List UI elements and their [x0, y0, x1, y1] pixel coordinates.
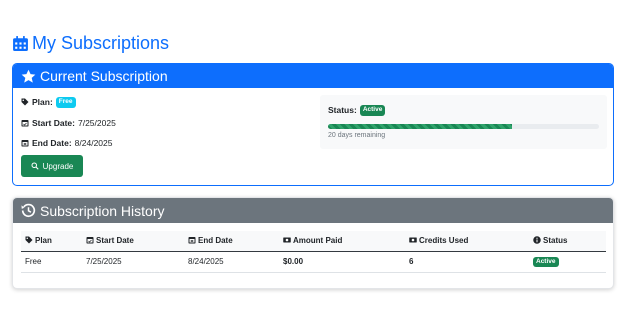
column-header-amount-paid-label: Amount Paid — [293, 236, 343, 246]
upgrade-button[interactable]: Upgrade — [21, 155, 83, 177]
current-subscription-title: Current Subscription — [40, 68, 168, 84]
column-header-amount-paid: Amount Paid — [279, 231, 405, 252]
start-date-label: Start Date: — [32, 118, 75, 128]
history-table: Plan Start Date End Date Amount Paid Cre… — [21, 231, 606, 273]
star-icon — [21, 69, 36, 84]
current-subscription-header: Current Subscription — [13, 64, 613, 88]
end-date-row: End Date: 8/24/2025 — [21, 138, 113, 148]
status-line: Status: Active — [328, 105, 386, 116]
calendar-icon — [12, 35, 29, 52]
days-progress-fill — [328, 124, 513, 129]
status-panel: Status: Active 20 days remaining — [320, 95, 607, 149]
tag-icon — [21, 98, 29, 106]
search-icon — [31, 162, 39, 170]
column-header-status-label: Status — [543, 236, 568, 246]
column-header-status: Status — [529, 231, 606, 252]
cell-end-date: 8/24/2025 — [184, 251, 279, 273]
calendar-start-icon — [86, 236, 94, 244]
end-date-label: End Date: — [32, 138, 72, 148]
current-subscription-card: Current Subscription Plan: Free Start Da… — [12, 63, 614, 186]
days-remaining-text: 20 days remaining — [328, 132, 386, 139]
cell-credits-used: 6 — [405, 251, 529, 273]
plan-label: Plan: — [32, 97, 53, 108]
column-header-plan-label: Plan — [35, 236, 52, 246]
tag-icon — [25, 236, 33, 244]
money-icon — [409, 236, 417, 244]
column-header-start-date: Start Date — [82, 231, 184, 252]
start-date-row: Start Date: 7/25/2025 — [21, 118, 116, 128]
page-title-text: My Subscriptions — [32, 32, 170, 53]
status-badge: Active — [533, 256, 559, 268]
subscription-history-title: Subscription History — [40, 202, 165, 219]
history-table-header-row: Plan Start Date End Date Amount Paid Cre… — [21, 231, 606, 252]
plan-row: Plan: Free — [21, 97, 76, 108]
cell-plan: Free — [21, 251, 82, 273]
history-icon — [21, 203, 36, 218]
subscription-history-card: Subscription History Plan Start Date End… — [12, 197, 614, 289]
calendar-start-icon — [21, 119, 29, 127]
page-title: My Subscriptions — [12, 31, 169, 55]
subscription-history-header: Subscription History — [13, 198, 613, 223]
status-badge: Active — [359, 105, 386, 116]
cell-start-date: 7/25/2025 — [82, 251, 184, 273]
column-header-credits-used-label: Credits Used — [419, 236, 469, 246]
plan-badge: Free — [55, 97, 76, 108]
column-header-plan: Plan — [21, 231, 82, 252]
table-row: Free 7/25/2025 8/24/2025 $0.00 6 Active — [21, 251, 606, 273]
info-icon — [533, 236, 541, 244]
column-header-credits-used: Credits Used — [405, 231, 529, 252]
calendar-end-icon — [188, 236, 196, 244]
money-icon — [283, 236, 291, 244]
upgrade-button-label: Upgrade — [42, 161, 74, 171]
column-header-end-date-label: End Date — [198, 236, 233, 246]
cell-amount-paid: $0.00 — [279, 251, 405, 273]
calendar-end-icon — [21, 139, 29, 147]
start-date-value: 7/25/2025 — [77, 118, 116, 128]
status-label: Status: — [328, 105, 357, 116]
column-header-end-date: End Date — [184, 231, 279, 252]
cell-status: Active — [529, 251, 606, 273]
days-progress-bar — [328, 124, 599, 129]
end-date-value: 8/24/2025 — [74, 138, 113, 148]
column-header-start-date-label: Start Date — [96, 236, 134, 246]
